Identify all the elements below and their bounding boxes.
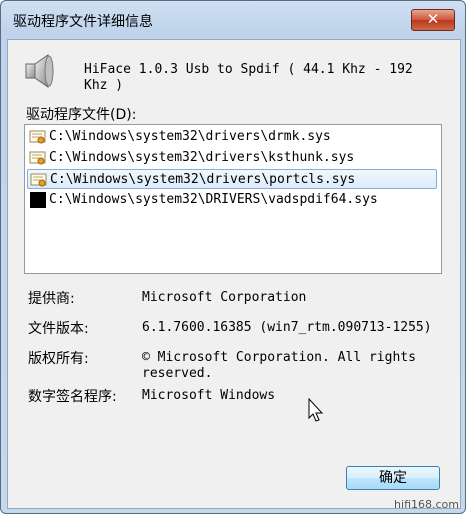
mouse-pointer-icon (308, 398, 324, 422)
close-icon: ✕ (426, 10, 440, 28)
title-bar[interactable]: 驱动程序文件详细信息 ✕ (1, 1, 465, 39)
file-path: C:\Windows\system32\drivers\portcls.sys (50, 172, 356, 187)
device-name: HiFace 1.0.3 Usb to Spdif ( 44.1 Khz - 1… (84, 62, 413, 93)
file-path: C:\Windows\system32\DRIVERS\vadspdif64.s… (49, 192, 378, 207)
list-item[interactable]: C:\Windows\system32\DRIVERS\vadspdif64.s… (27, 190, 437, 210)
certificate-file-icon (29, 130, 46, 144)
speaker-icon (25, 54, 54, 88)
window-title: 驱动程序文件详细信息 (13, 14, 153, 30)
file-version-value: 6.1.7600.16385 (win7_rtm.090713-1255) (142, 320, 432, 335)
driver-files-list[interactable]: C:\Windows\system32\drivers\drmk.sys C:\… (24, 124, 442, 274)
copyright-label: 版权所有: (28, 351, 89, 367)
driver-files-label: 驱动程序文件(D): (26, 107, 137, 123)
certificate-file-icon (29, 151, 46, 165)
watermark: hifi168.com (394, 498, 459, 511)
file-path: C:\Windows\system32\drivers\ksthunk.sys (49, 150, 355, 165)
dialog-window: 驱动程序文件详细信息 ✕ HiFace 1.0.3 Usb to Spdif (… (0, 0, 466, 514)
digital-signer-value: Microsoft Windows (142, 388, 276, 403)
file-path: C:\Windows\system32\drivers\drmk.sys (49, 129, 331, 144)
list-item[interactable]: C:\Windows\system32\drivers\drmk.sys (27, 127, 437, 147)
dialog-body: HiFace 1.0.3 Usb to Spdif ( 44.1 Khz - 1… (7, 39, 461, 509)
certificate-file-icon (30, 173, 47, 187)
ok-button[interactable]: 确定 (346, 466, 440, 490)
list-item[interactable]: C:\Windows\system32\drivers\ksthunk.sys (27, 148, 437, 168)
provider-value: Microsoft Corporation (142, 290, 307, 305)
black-file-icon (30, 192, 46, 208)
close-button[interactable]: ✕ (411, 9, 455, 31)
provider-label: 提供商: (28, 291, 75, 307)
file-version-label: 文件版本: (28, 321, 89, 337)
list-item-selected[interactable]: C:\Windows\system32\drivers\portcls.sys (27, 169, 437, 189)
digital-signer-label: 数字签名程序: (28, 389, 117, 405)
copyright-value: © Microsoft Corporation. All rights rese… (142, 350, 416, 381)
